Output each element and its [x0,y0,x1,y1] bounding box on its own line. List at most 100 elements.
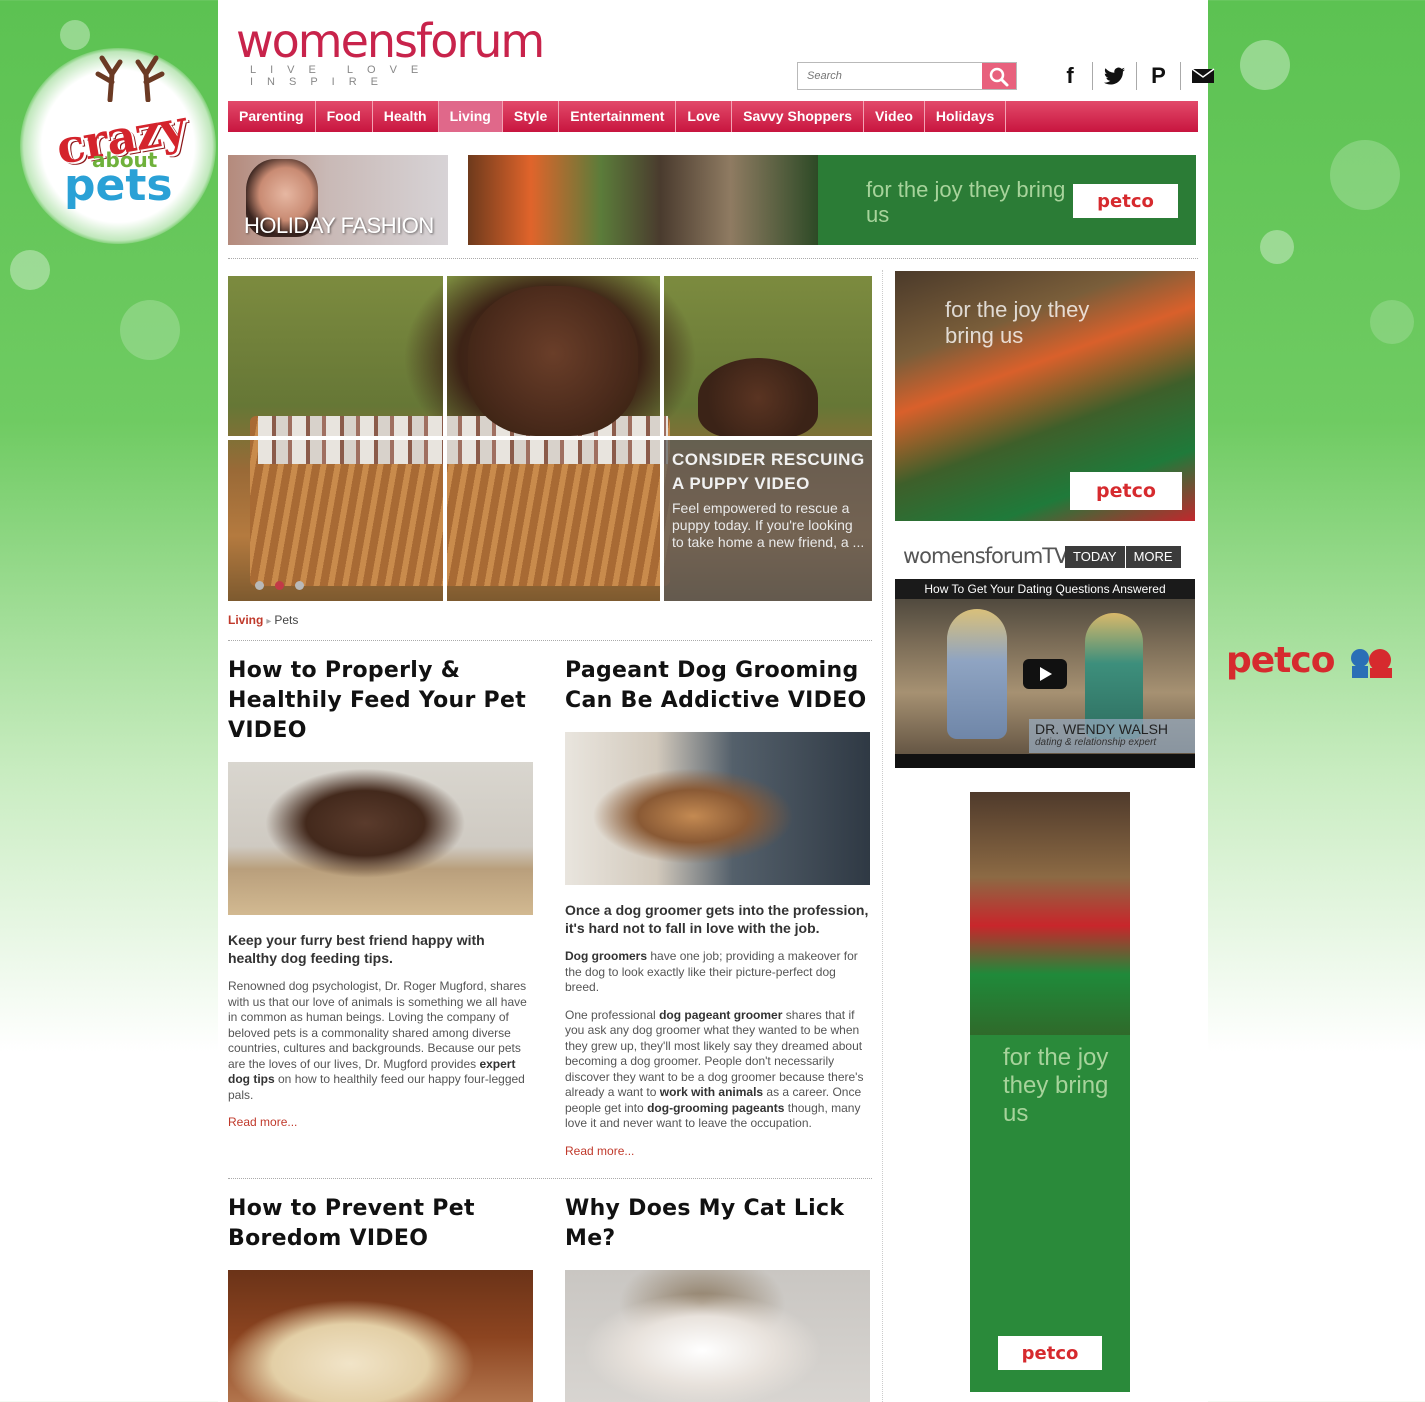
article-title[interactable]: Why Does My Cat Lick Me? [565,1194,871,1254]
tv-tabs: TODAY MORE [1065,546,1182,568]
search-button[interactable] [982,63,1016,89]
crazy-about-pets-badge[interactable]: crazy about pets [20,48,216,244]
tab-more[interactable]: MORE [1125,546,1182,568]
bokeh-decoration [60,20,90,50]
article-lead: Keep your furry best friend happy with h… [228,932,485,966]
divider [228,258,1198,259]
breadcrumb-separator-icon: ▸ [266,616,272,627]
hero-caption[interactable]: CONSIDER RESCUING A PUPPY VIDEO Feel emp… [664,440,872,601]
nav-item-parenting[interactable]: Parenting [228,101,316,132]
slider-dot[interactable] [295,581,304,590]
play-icon[interactable] [1023,659,1067,689]
nav-item-style[interactable]: Style [503,101,560,132]
search-icon [989,67,1009,87]
article-body: One professional dog pageant groomer sha… [565,1008,871,1132]
body-bold: work with animals [659,1085,764,1099]
skyscraper-ad-petco-text: petco [1021,1342,1079,1364]
search-input[interactable] [798,63,984,89]
sidebar-divider [882,270,883,1402]
petco-skyscraper-ad[interactable]: for the joy they bring us petco [970,792,1130,1392]
tv-brand: womensforumTV [903,544,1068,568]
main-nav: Parenting Food Health Living Style Enter… [228,101,1198,132]
petco-side-logo-text: petco [1226,640,1335,681]
page-container: womensforum LIVE LOVE INSPIRE f P Parent… [218,0,1214,1402]
site-logo[interactable]: womensforum LIVE LOVE INSPIRE [236,14,545,92]
pinterest-icon[interactable]: P [1136,62,1180,90]
article-image[interactable] [228,1270,533,1402]
article-title[interactable]: How to Properly & Healthily Feed Your Pe… [228,656,534,746]
petco-banner-ad[interactable]: for the joy they bring us petco [468,155,1196,245]
video-person [947,609,1007,739]
nav-item-love[interactable]: Love [676,101,733,132]
nav-item-savvy-shoppers[interactable]: Savvy Shoppers [732,101,865,132]
tab-today[interactable]: TODAY [1065,546,1126,568]
skyscraper-ad-photo [970,792,1130,1035]
petco-side-logo[interactable]: petco [1226,640,1396,681]
skyscraper-ad-petco-logo: petco [998,1336,1102,1370]
site-logo-text: womensforum [236,14,545,68]
pinterest-glyph: P [1151,63,1166,88]
bokeh-decoration [10,250,50,290]
article-title[interactable]: Pageant Dog Grooming Can Be Addictive VI… [565,656,871,716]
slider-dot-active[interactable] [275,581,284,590]
banner-ad-petco-logo: petco [1073,184,1178,218]
body-bold: Dog groomers [565,949,648,963]
banner-ad-tagline: for the joy they bring us [866,177,1066,227]
slider-dots [255,581,304,590]
bokeh-decoration [1260,230,1294,264]
nav-item-video[interactable]: Video [864,101,925,132]
skyscraper-ad-tagline: for the joy they bring us [1003,1044,1109,1127]
search-box [797,62,1017,90]
banner-ad-photo [468,155,818,245]
article-body: Renowned dog psychologist, Dr. Roger Mug… [228,979,534,1103]
article-card: How to Prevent Pet Boredom VIDEO [228,1194,534,1402]
breadcrumb: Living ▸ Pets [228,613,298,627]
body-bold: dog pageant groomer [659,1007,783,1022]
hero-title: CONSIDER RESCUING A PUPPY VIDEO [672,450,865,493]
video-title: How To Get Your Dating Questions Answere… [895,579,1195,599]
video-player[interactable]: How To Get Your Dating Questions Answere… [895,579,1195,768]
read-more-link[interactable]: Read more... [565,1144,871,1158]
petco-pets-icon [1351,649,1393,678]
slider-dot[interactable] [255,581,264,590]
nav-item-living[interactable]: Living [438,101,503,132]
womensforum-tv-widget: womensforumTV TODAY MORE How To Get Your… [895,538,1195,768]
bokeh-decoration [1330,140,1400,210]
video-lower-third: DR. WENDY WALSH dating & relationship ex… [1029,719,1195,753]
square-ad-petco-logo: petco [1070,472,1182,510]
banner-ad-petco-text: petco [1097,190,1154,212]
hero-description: Feel empowered to rescue a puppy today. … [672,500,865,550]
breadcrumb-living[interactable]: Living [228,613,263,627]
article-body: Dog groomers have one job; providing a m… [565,949,871,996]
divider [228,1178,872,1179]
petco-square-ad[interactable]: for the joy they bring us petco [895,271,1195,521]
article-image[interactable] [565,732,870,885]
article-lead: Once a dog groomer gets into the profess… [565,902,869,936]
nav-item-holidays[interactable]: Holidays [925,101,1007,132]
nav-item-food[interactable]: Food [316,101,373,132]
article-title[interactable]: How to Prevent Pet Boredom VIDEO [228,1194,534,1254]
nav-item-entertainment[interactable]: Entertainment [559,101,677,132]
video-controls-bar[interactable] [895,754,1195,768]
article-image[interactable] [228,762,533,915]
bokeh-decoration [1370,300,1414,344]
facebook-icon[interactable]: f [1048,62,1092,90]
holiday-fashion-promo[interactable]: HOLIDAY FASHION [228,155,448,245]
twitter-icon[interactable] [1092,62,1136,90]
divider [228,640,872,641]
holiday-fashion-label: HOLIDAY FASHION [244,213,434,238]
lower-third-role: dating & relationship expert [1035,737,1157,748]
hero-slider[interactable]: CONSIDER RESCUING A PUPPY VIDEO Feel emp… [228,276,872,601]
square-ad-petco-text: petco [1096,480,1156,502]
article-image[interactable] [565,1270,870,1402]
square-ad-tagline: for the joy they bring us [945,297,1090,348]
bokeh-decoration [1240,40,1290,90]
read-more-link[interactable]: Read more... [228,1115,534,1129]
nav-item-health[interactable]: Health [373,101,439,132]
twitter-bird-icon [1103,67,1125,85]
mail-icon[interactable] [1180,62,1224,90]
article-card: How to Properly & Healthily Feed Your Pe… [228,656,534,1129]
body-bold: dog-grooming pageants [647,1100,785,1115]
lower-third-name: DR. WENDY WALSH [1035,721,1169,737]
body-text: One professional [565,1007,660,1022]
